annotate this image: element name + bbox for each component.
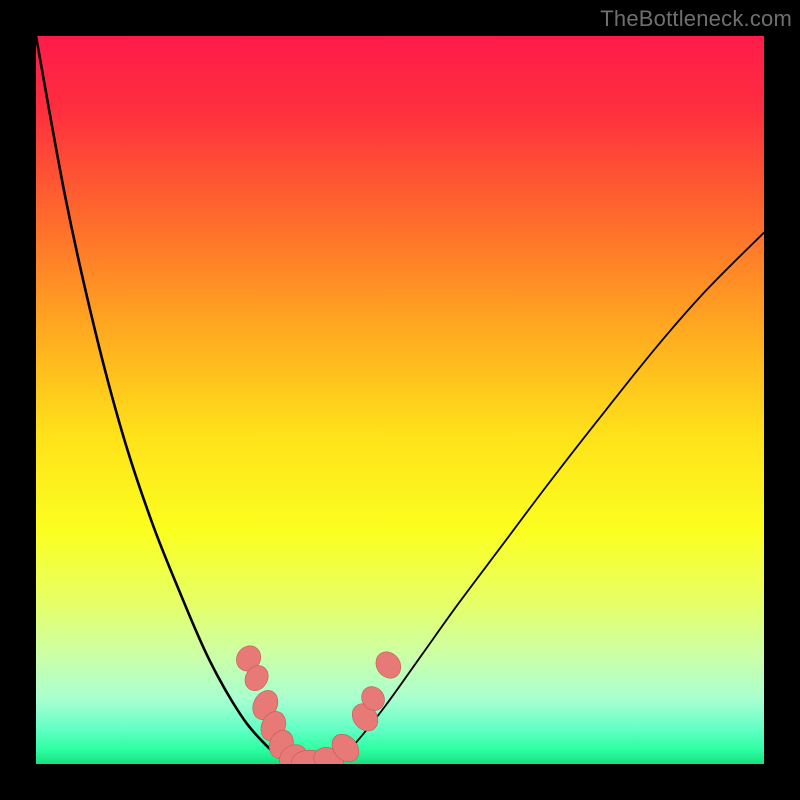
chart-svg (36, 36, 764, 764)
chart-frame: TheBottleneck.com (0, 0, 800, 800)
gradient-background (36, 36, 764, 764)
plot-area (36, 36, 764, 764)
watermark-text: TheBottleneck.com (600, 6, 792, 32)
